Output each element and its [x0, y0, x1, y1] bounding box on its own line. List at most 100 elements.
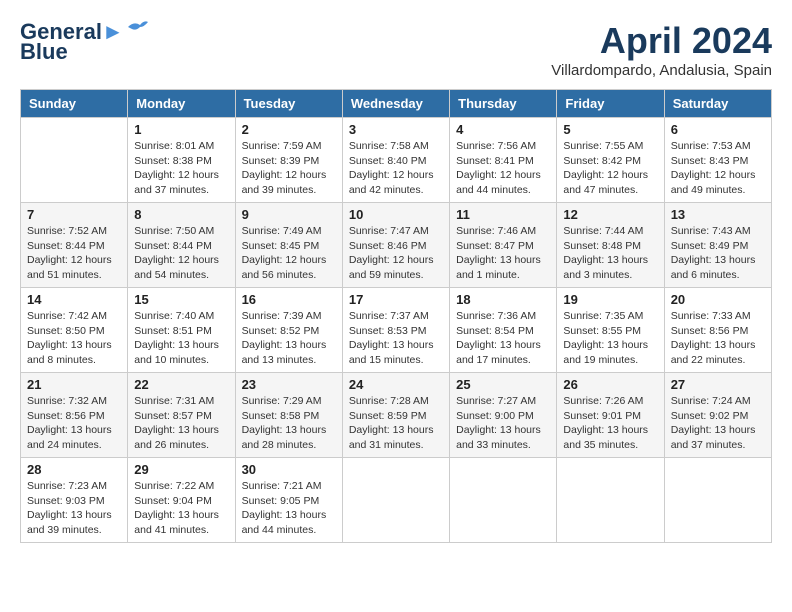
day-number: 12	[563, 207, 657, 222]
week-row-2: 7Sunrise: 7:52 AMSunset: 8:44 PMDaylight…	[21, 203, 772, 288]
day-info: Sunrise: 7:29 AMSunset: 8:58 PMDaylight:…	[242, 394, 336, 453]
day-info: Sunrise: 7:50 AMSunset: 8:44 PMDaylight:…	[134, 224, 228, 283]
calendar-body: 1 Sunrise: 8:01 AMSunset: 8:38 PMDaylight…	[21, 118, 772, 543]
location: Villardompardo, Andalusia, Spain	[551, 62, 772, 79]
day-info: Sunrise: 7:46 AMSunset: 8:47 PMDaylight:…	[456, 224, 550, 283]
day-number: 16	[242, 292, 336, 307]
weekday-header-monday: Monday	[128, 90, 235, 118]
logo: General► Blue	[20, 20, 148, 64]
day-number: 10	[349, 207, 443, 222]
calendar-cell: 25 Sunrise: 7:27 AMSunset: 9:00 PMDayligh…	[450, 373, 557, 458]
title-block: April 2024 Villardompardo, Andalusia, Sp…	[551, 20, 772, 79]
day-number: 25	[456, 377, 550, 392]
day-info: Sunrise: 7:37 AMSunset: 8:53 PMDaylight:…	[349, 309, 443, 368]
day-info: Sunrise: 7:26 AMSunset: 9:01 PMDaylight:…	[563, 394, 657, 453]
day-number: 3	[349, 122, 443, 137]
logo-bird-icon	[126, 19, 148, 37]
calendar-cell: 23 Sunrise: 7:29 AMSunset: 8:58 PMDayligh…	[235, 373, 342, 458]
page-header: General► Blue April 2024 Villardompardo,…	[20, 20, 772, 79]
week-row-3: 14 Sunrise: 7:42 AMSunset: 8:50 PMDayligh…	[21, 288, 772, 373]
day-info: Sunrise: 7:47 AMSunset: 8:46 PMDaylight:…	[349, 224, 443, 283]
day-number: 15	[134, 292, 228, 307]
day-number: 14	[27, 292, 121, 307]
calendar-cell: 4 Sunrise: 7:56 AMSunset: 8:41 PMDaylight…	[450, 118, 557, 203]
day-info: Sunrise: 7:52 AMSunset: 8:44 PMDaylight:…	[27, 224, 121, 283]
week-row-5: 28 Sunrise: 7:23 AMSunset: 9:03 PMDayligh…	[21, 458, 772, 543]
weekday-header-sunday: Sunday	[21, 90, 128, 118]
calendar-cell: 6 Sunrise: 7:53 AMSunset: 8:43 PMDaylight…	[664, 118, 771, 203]
day-info: Sunrise: 7:22 AMSunset: 9:04 PMDaylight:…	[134, 479, 228, 538]
calendar-cell: 24 Sunrise: 7:28 AMSunset: 8:59 PMDayligh…	[342, 373, 449, 458]
day-info: Sunrise: 7:21 AMSunset: 9:05 PMDaylight:…	[242, 479, 336, 538]
calendar-cell: 7Sunrise: 7:52 AMSunset: 8:44 PMDaylight…	[21, 203, 128, 288]
calendar-cell: 29 Sunrise: 7:22 AMSunset: 9:04 PMDayligh…	[128, 458, 235, 543]
week-row-4: 21 Sunrise: 7:32 AMSunset: 8:56 PMDayligh…	[21, 373, 772, 458]
day-number: 21	[27, 377, 121, 392]
calendar-cell: 22 Sunrise: 7:31 AMSunset: 8:57 PMDayligh…	[128, 373, 235, 458]
calendar-cell: 16 Sunrise: 7:39 AMSunset: 8:52 PMDayligh…	[235, 288, 342, 373]
calendar-cell: 30Sunrise: 7:21 AMSunset: 9:05 PMDayligh…	[235, 458, 342, 543]
day-info: Sunrise: 7:53 AMSunset: 8:43 PMDaylight:…	[671, 139, 765, 198]
day-info: Sunrise: 7:44 AMSunset: 8:48 PMDaylight:…	[563, 224, 657, 283]
day-number: 18	[456, 292, 550, 307]
day-number: 22	[134, 377, 228, 392]
calendar-cell	[557, 458, 664, 543]
calendar-cell: 18 Sunrise: 7:36 AMSunset: 8:54 PMDayligh…	[450, 288, 557, 373]
calendar-cell: 28 Sunrise: 7:23 AMSunset: 9:03 PMDayligh…	[21, 458, 128, 543]
calendar-cell	[342, 458, 449, 543]
day-info: Sunrise: 7:35 AMSunset: 8:55 PMDaylight:…	[563, 309, 657, 368]
weekday-header-thursday: Thursday	[450, 90, 557, 118]
day-info: Sunrise: 7:39 AMSunset: 8:52 PMDaylight:…	[242, 309, 336, 368]
day-number: 1	[134, 122, 228, 137]
day-number: 28	[27, 462, 121, 477]
calendar-cell: 5Sunrise: 7:55 AMSunset: 8:42 PMDaylight…	[557, 118, 664, 203]
day-info: Sunrise: 7:28 AMSunset: 8:59 PMDaylight:…	[349, 394, 443, 453]
week-row-1: 1 Sunrise: 8:01 AMSunset: 8:38 PMDaylight…	[21, 118, 772, 203]
calendar-cell: 10 Sunrise: 7:47 AMSunset: 8:46 PMDayligh…	[342, 203, 449, 288]
day-info: Sunrise: 7:32 AMSunset: 8:56 PMDaylight:…	[27, 394, 121, 453]
day-info: Sunrise: 8:01 AMSunset: 8:38 PMDaylight:…	[134, 139, 228, 198]
day-info: Sunrise: 7:42 AMSunset: 8:50 PMDaylight:…	[27, 309, 121, 368]
day-info: Sunrise: 7:27 AMSunset: 9:00 PMDaylight:…	[456, 394, 550, 453]
day-number: 26	[563, 377, 657, 392]
day-number: 29	[134, 462, 228, 477]
day-info: Sunrise: 7:40 AMSunset: 8:51 PMDaylight:…	[134, 309, 228, 368]
day-info: Sunrise: 7:49 AMSunset: 8:45 PMDaylight:…	[242, 224, 336, 283]
weekday-header-tuesday: Tuesday	[235, 90, 342, 118]
day-info: Sunrise: 7:59 AMSunset: 8:39 PMDaylight:…	[242, 139, 336, 198]
day-number: 13	[671, 207, 765, 222]
calendar-cell	[21, 118, 128, 203]
day-number: 23	[242, 377, 336, 392]
day-number: 9	[242, 207, 336, 222]
calendar-cell: 12 Sunrise: 7:44 AMSunset: 8:48 PMDayligh…	[557, 203, 664, 288]
calendar-cell: 17Sunrise: 7:37 AMSunset: 8:53 PMDayligh…	[342, 288, 449, 373]
calendar-cell: 13Sunrise: 7:43 AMSunset: 8:49 PMDayligh…	[664, 203, 771, 288]
calendar-cell: 3Sunrise: 7:58 AMSunset: 8:40 PMDaylight…	[342, 118, 449, 203]
day-info: Sunrise: 7:23 AMSunset: 9:03 PMDaylight:…	[27, 479, 121, 538]
weekday-header-row: SundayMondayTuesdayWednesdayThursdayFrid…	[21, 90, 772, 118]
calendar-cell: 11Sunrise: 7:46 AMSunset: 8:47 PMDayligh…	[450, 203, 557, 288]
day-number: 4	[456, 122, 550, 137]
day-info: Sunrise: 7:56 AMSunset: 8:41 PMDaylight:…	[456, 139, 550, 198]
day-info: Sunrise: 7:36 AMSunset: 8:54 PMDaylight:…	[456, 309, 550, 368]
day-number: 19	[563, 292, 657, 307]
day-number: 27	[671, 377, 765, 392]
day-number: 5	[563, 122, 657, 137]
logo-blue: Blue	[20, 40, 68, 64]
calendar-cell	[664, 458, 771, 543]
calendar-cell: 20 Sunrise: 7:33 AMSunset: 8:56 PMDayligh…	[664, 288, 771, 373]
day-number: 20	[671, 292, 765, 307]
day-number: 24	[349, 377, 443, 392]
day-number: 2	[242, 122, 336, 137]
day-info: Sunrise: 7:33 AMSunset: 8:56 PMDaylight:…	[671, 309, 765, 368]
calendar-cell: 1 Sunrise: 8:01 AMSunset: 8:38 PMDaylight…	[128, 118, 235, 203]
calendar-table: SundayMondayTuesdayWednesdayThursdayFrid…	[20, 89, 772, 543]
calendar-cell: 21 Sunrise: 7:32 AMSunset: 8:56 PMDayligh…	[21, 373, 128, 458]
day-number: 6	[671, 122, 765, 137]
calendar-cell: 19 Sunrise: 7:35 AMSunset: 8:55 PMDayligh…	[557, 288, 664, 373]
calendar-cell: 26 Sunrise: 7:26 AMSunset: 9:01 PMDayligh…	[557, 373, 664, 458]
weekday-header-friday: Friday	[557, 90, 664, 118]
weekday-header-wednesday: Wednesday	[342, 90, 449, 118]
calendar-cell: 2 Sunrise: 7:59 AMSunset: 8:39 PMDaylight…	[235, 118, 342, 203]
day-info: Sunrise: 7:31 AMSunset: 8:57 PMDaylight:…	[134, 394, 228, 453]
